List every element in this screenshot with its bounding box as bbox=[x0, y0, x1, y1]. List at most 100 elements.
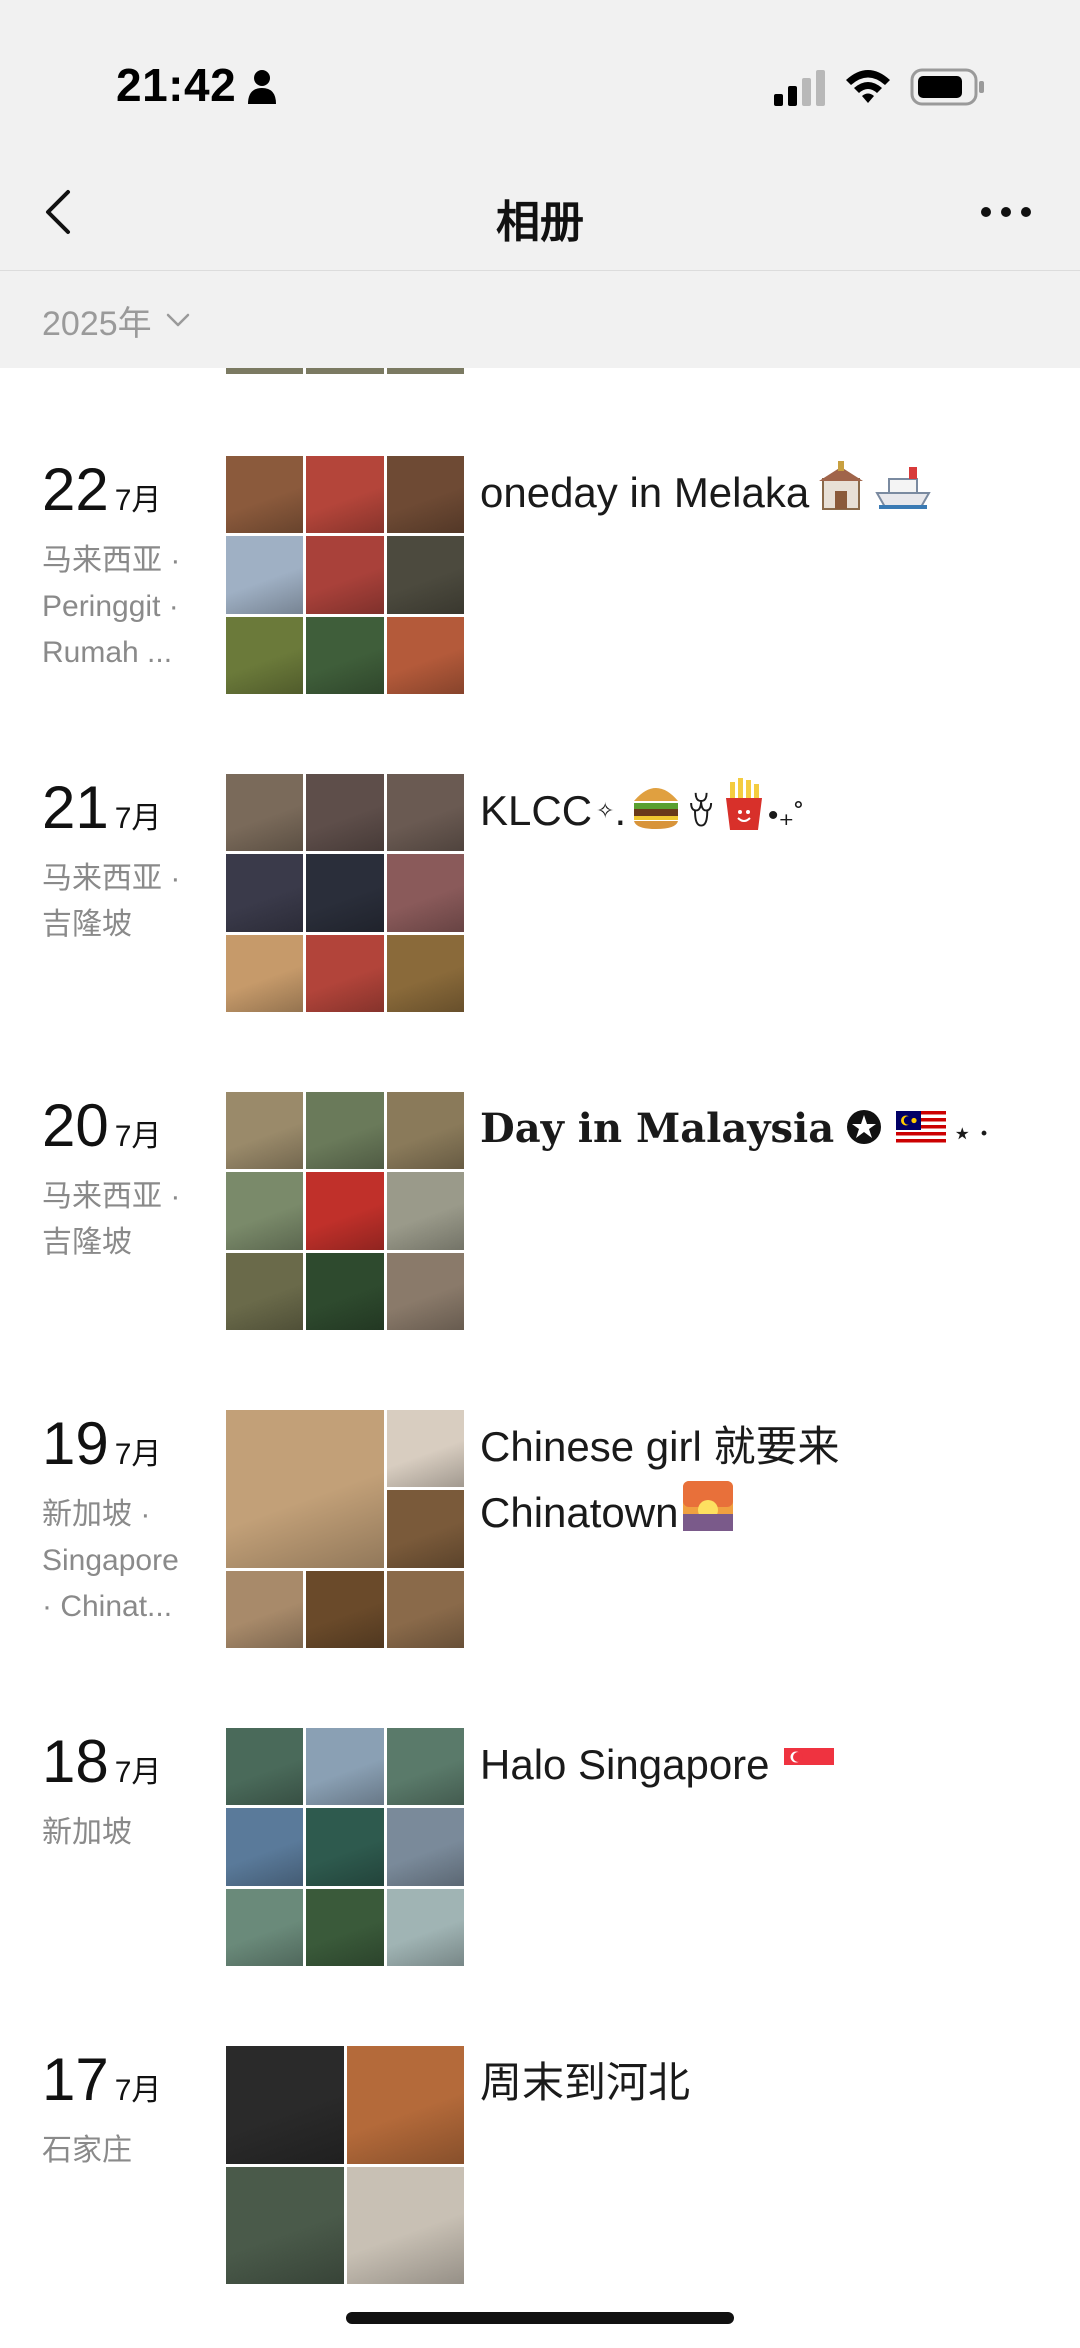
entry-date: 18 7月 bbox=[42, 1732, 161, 1792]
photo-thumbnail[interactable] bbox=[306, 1808, 384, 1886]
photo-grid[interactable] bbox=[226, 1092, 464, 1330]
photo-thumbnail[interactable] bbox=[226, 1888, 304, 1966]
entry-caption-text: oneday in Melaka bbox=[480, 469, 810, 516]
photo-thumbnail[interactable] bbox=[386, 1092, 464, 1170]
photo-thumbnail[interactable] bbox=[386, 1410, 464, 1488]
photo-thumbnail[interactable] bbox=[226, 1410, 384, 1568]
photo-thumbnail[interactable] bbox=[386, 1728, 464, 1806]
entry-date: 22 7月 bbox=[42, 460, 161, 520]
more-options-icon[interactable] bbox=[978, 202, 1034, 222]
status-time: 21:42 bbox=[116, 59, 237, 111]
photo-thumbnail[interactable] bbox=[306, 1092, 384, 1170]
photo-thumbnail[interactable] bbox=[306, 774, 384, 852]
photo-grid[interactable] bbox=[226, 1728, 464, 1966]
entry-location: 新加坡 · Singapore · Chinat... bbox=[42, 1498, 179, 1623]
album-entry[interactable]: 17 7月 石家庄 周末到河北 bbox=[0, 2046, 1080, 2306]
album-entry[interactable]: 18 7月 新加坡 Halo Singapore bbox=[0, 1728, 1080, 1988]
photo-thumbnail[interactable] bbox=[226, 1570, 304, 1648]
photo-thumbnail[interactable] bbox=[226, 1092, 304, 1170]
entry-day: 20 bbox=[42, 1092, 109, 1159]
year-label: 2025年 bbox=[42, 304, 152, 343]
photo-thumbnail[interactable] bbox=[386, 774, 464, 852]
photo-thumbnail[interactable] bbox=[386, 1252, 464, 1330]
entry-month: 7月 bbox=[114, 484, 162, 517]
photo-thumbnail[interactable] bbox=[306, 854, 384, 932]
photo-thumbnail[interactable] bbox=[226, 1728, 304, 1806]
entry-location: 新加坡 bbox=[42, 1816, 132, 1849]
photo-thumbnail[interactable] bbox=[386, 1490, 464, 1568]
photo-grid[interactable] bbox=[226, 2046, 464, 2284]
entry-caption[interactable]: Halo Singapore bbox=[480, 1732, 1040, 1801]
photo-thumbnail[interactable] bbox=[226, 934, 304, 1012]
photo-thumbnail[interactable] bbox=[306, 1728, 384, 1806]
album-entry[interactable]: 19 7月 新加坡 · Singapore · Chinat... Chines… bbox=[0, 1410, 1080, 1670]
entry-caption[interactable]: oneday in Melaka bbox=[480, 460, 1040, 530]
photo-thumbnail[interactable] bbox=[346, 2166, 464, 2284]
church-emoji-icon bbox=[813, 461, 869, 530]
album-entry[interactable]: 20 7月 马来西亚 · 吉隆坡 Day in Malaysia ⋆ · bbox=[0, 1092, 1080, 1352]
status-bar: 21:42 bbox=[0, 0, 1080, 170]
sparkle-icon: ✧ bbox=[596, 798, 615, 823]
malaysia-flag-icon bbox=[896, 1099, 947, 1165]
entry-day: 21 bbox=[42, 774, 109, 841]
photo-thumbnail[interactable] bbox=[386, 536, 464, 614]
entry-date: 21 7月 bbox=[42, 778, 161, 838]
entry-date: 17 7月 bbox=[42, 2050, 161, 2110]
photo-thumbnail[interactable] bbox=[226, 536, 304, 614]
home-indicator bbox=[346, 2312, 734, 2324]
photo-thumbnail[interactable] bbox=[386, 456, 464, 534]
photo-thumbnail[interactable] bbox=[306, 934, 384, 1012]
photo-thumbnail[interactable] bbox=[226, 774, 304, 852]
photo-thumbnail[interactable] bbox=[226, 1172, 304, 1250]
photo-thumbnail[interactable] bbox=[386, 934, 464, 1012]
entry-location: 马来西亚 · 吉隆坡 bbox=[42, 862, 181, 941]
page-title: 相册 bbox=[496, 198, 584, 247]
entry-day: 18 bbox=[42, 1728, 109, 1795]
burger-emoji-icon bbox=[630, 779, 682, 848]
entry-caption-text: Day in Malaysia bbox=[480, 1105, 835, 1152]
entry-date: 20 7月 bbox=[42, 1096, 161, 1156]
photo-thumbnail[interactable] bbox=[386, 854, 464, 932]
photo-thumbnail[interactable] bbox=[226, 456, 304, 534]
photo-thumbnail[interactable] bbox=[306, 456, 384, 534]
photo-thumbnail[interactable] bbox=[226, 2046, 344, 2164]
photo-thumbnail[interactable] bbox=[386, 616, 464, 694]
photo-grid[interactable] bbox=[226, 1410, 464, 1648]
photo-thumbnail[interactable] bbox=[386, 1172, 464, 1250]
entry-caption[interactable]: 周末到河北 bbox=[480, 2050, 1040, 2116]
album-entry[interactable]: 22 7月 马来西亚 · Peringgit · Rumah ... oneda… bbox=[0, 456, 1080, 716]
singapore-flag-icon bbox=[783, 1735, 834, 1801]
entry-location: 马来西亚 · 吉隆坡 bbox=[42, 1180, 181, 1259]
photo-thumbnail[interactable] bbox=[306, 1888, 384, 1966]
photo-thumbnail[interactable] bbox=[226, 2166, 344, 2284]
photo-thumbnail[interactable] bbox=[306, 536, 384, 614]
album-entry[interactable]: 21 7月 马来西亚 · 吉隆坡 KLCC ✧. ꈊ •₊˚ bbox=[0, 774, 1080, 1034]
cellular-signal-icon bbox=[774, 70, 825, 106]
entry-caption[interactable]: KLCC ✧. ꈊ •₊˚ bbox=[480, 778, 1040, 849]
entry-location: 马来西亚 · Peringgit · Rumah ... bbox=[42, 544, 181, 669]
photo-thumbnail[interactable] bbox=[226, 616, 304, 694]
fries-emoji-icon bbox=[720, 778, 768, 849]
photo-thumbnail[interactable] bbox=[306, 1172, 384, 1250]
photo-thumbnail[interactable] bbox=[386, 1808, 464, 1886]
photo-grid[interactable] bbox=[226, 774, 464, 1012]
photo-thumbnail[interactable] bbox=[386, 1570, 464, 1648]
entry-caption[interactable]: Day in Malaysia ⋆ · bbox=[480, 1096, 1040, 1167]
photo-thumbnail[interactable] bbox=[306, 1252, 384, 1330]
dots-decoration: •₊˚ bbox=[767, 799, 805, 832]
entry-caption[interactable]: Chinese girl 就要来 Chinatown bbox=[480, 1414, 1040, 1551]
loop-icon: ꈊ bbox=[686, 792, 716, 835]
battery-icon bbox=[910, 68, 984, 106]
photo-thumbnail[interactable] bbox=[226, 1252, 304, 1330]
entry-caption-text: Chinese girl 就要来 Chinatown bbox=[480, 1423, 840, 1536]
photo-thumbnail[interactable] bbox=[226, 854, 304, 932]
person-icon bbox=[248, 70, 276, 104]
photo-thumbnail[interactable] bbox=[306, 1570, 384, 1648]
dots-decoration: ⋆ · bbox=[954, 1119, 989, 1149]
year-selector[interactable]: 2025年 bbox=[42, 296, 190, 344]
photo-grid[interactable] bbox=[226, 456, 464, 694]
photo-thumbnail[interactable] bbox=[346, 2046, 464, 2164]
photo-thumbnail[interactable] bbox=[226, 1808, 304, 1886]
photo-thumbnail[interactable] bbox=[386, 1888, 464, 1966]
photo-thumbnail[interactable] bbox=[306, 616, 384, 694]
